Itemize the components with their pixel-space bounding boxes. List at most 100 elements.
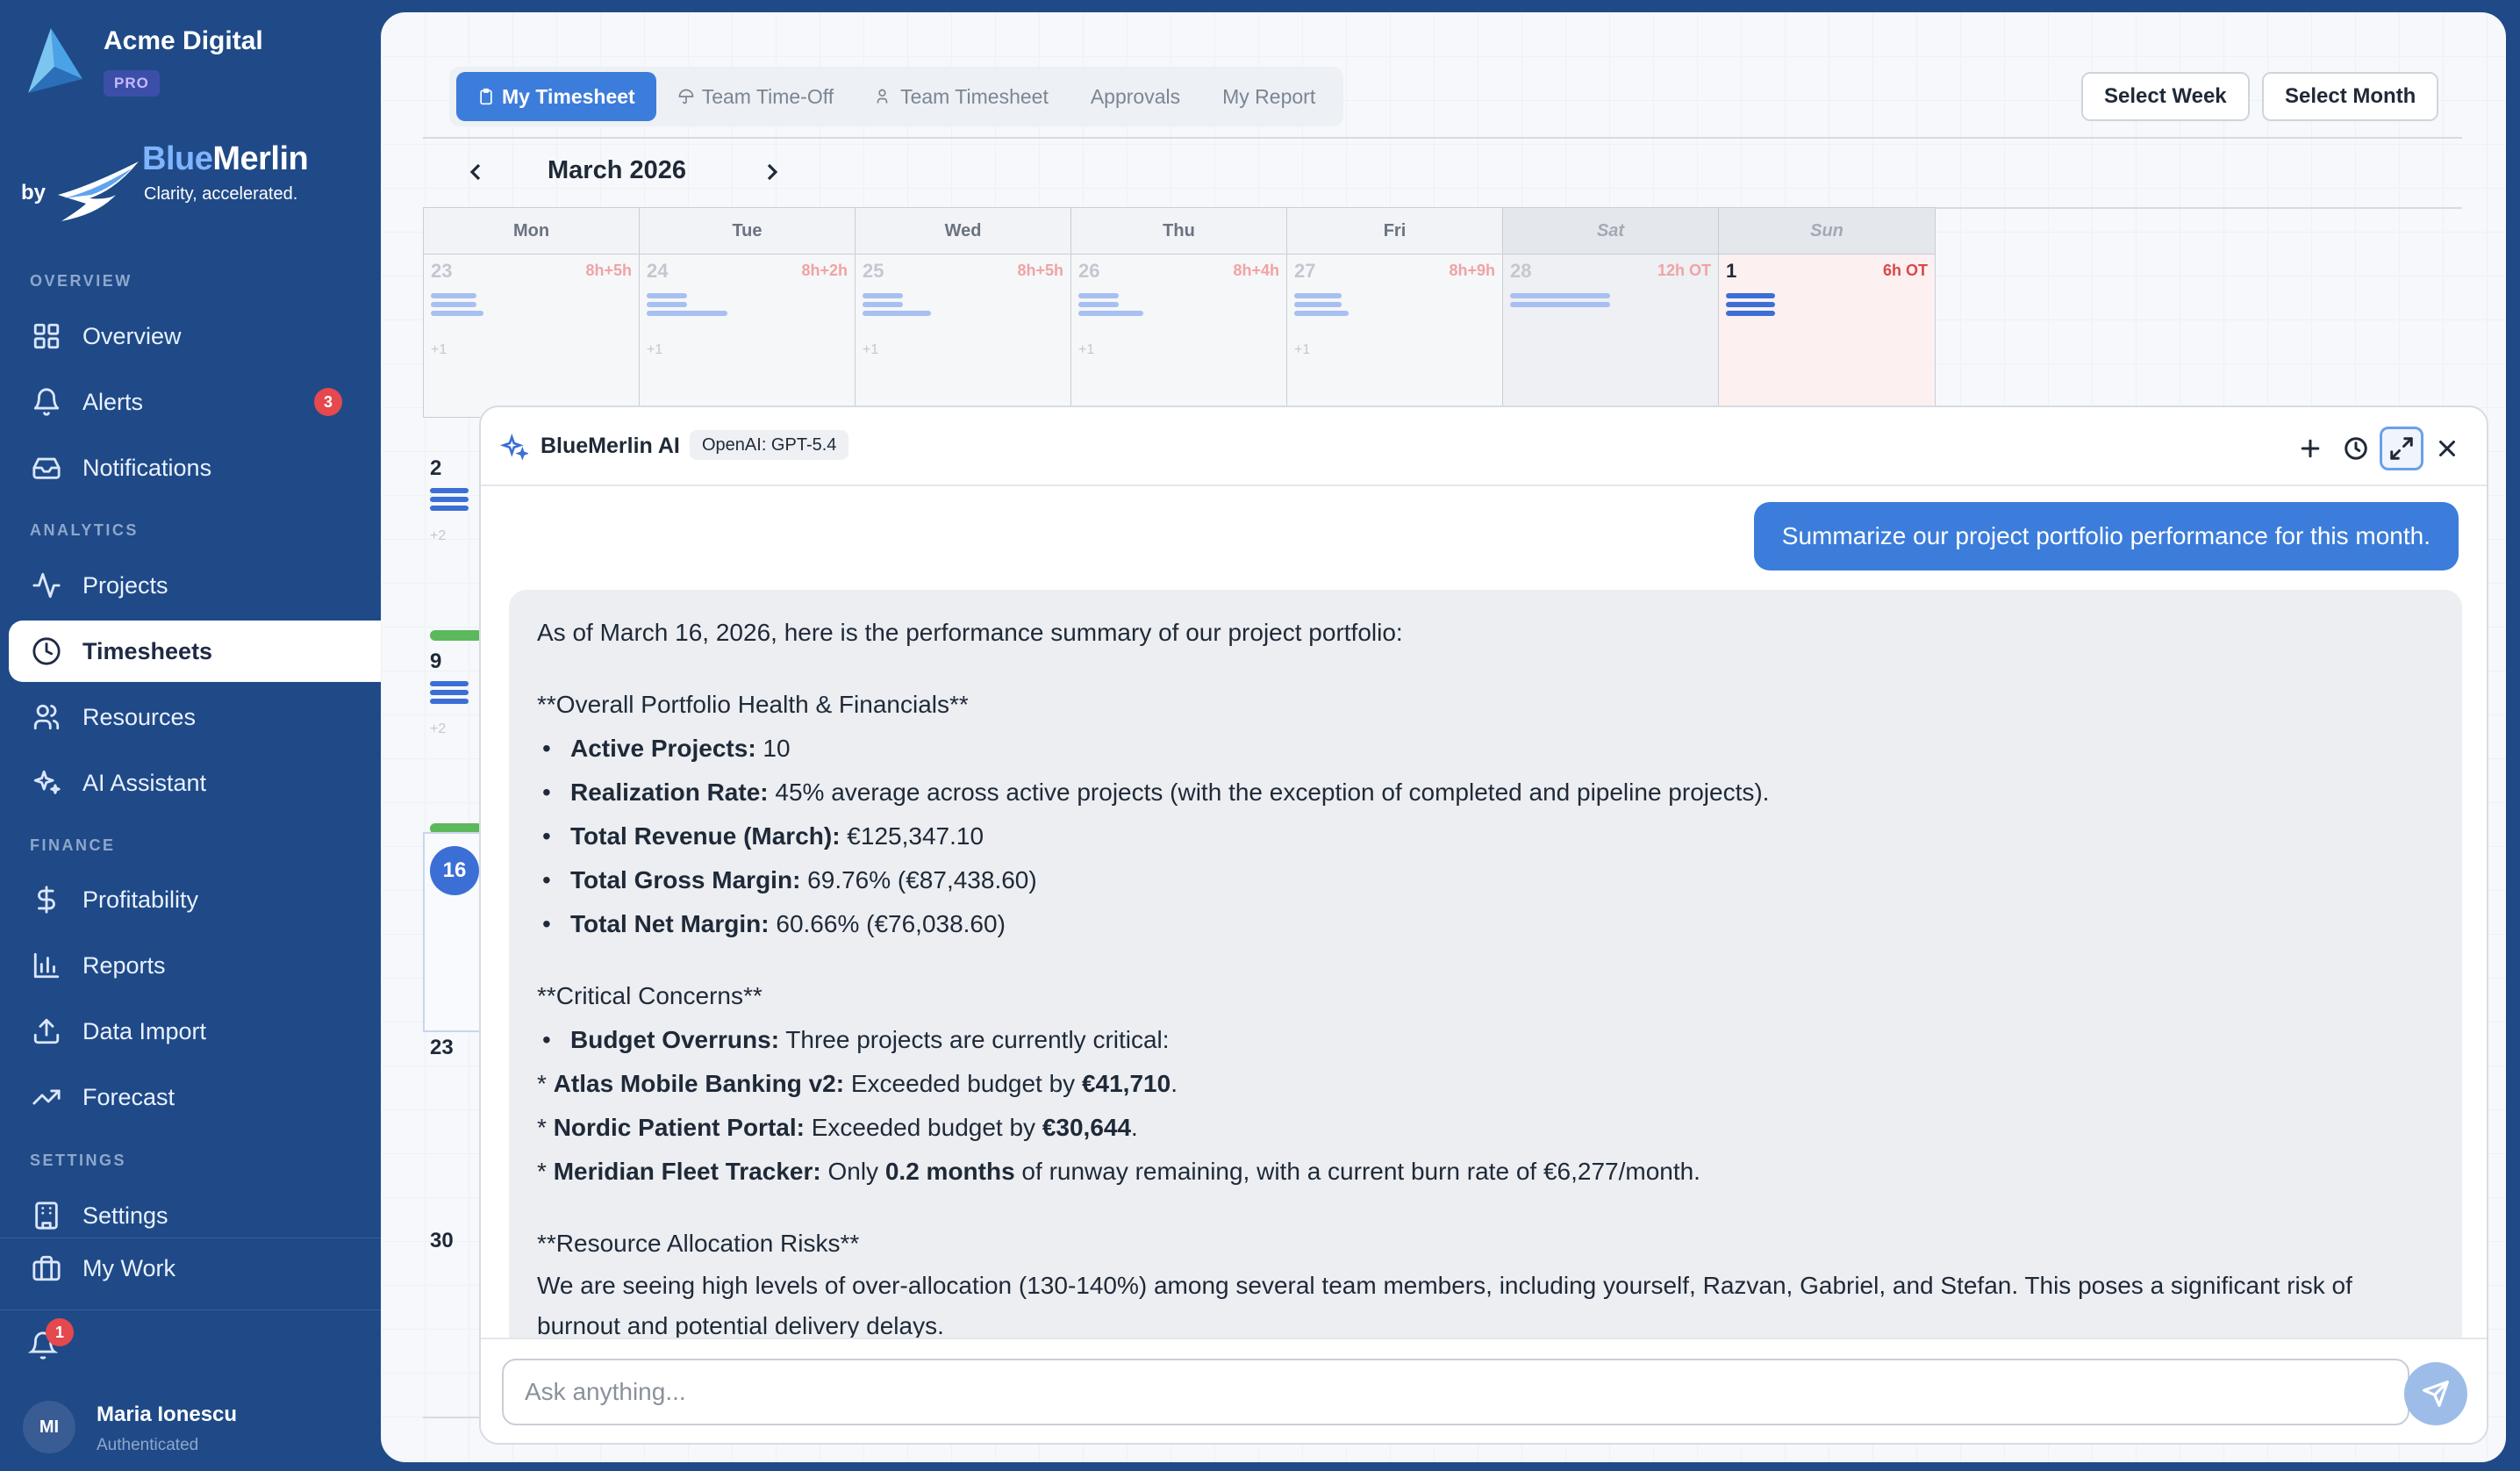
user-name: Maria Ionescu bbox=[97, 1403, 238, 1426]
acme-logo-icon bbox=[28, 28, 82, 93]
ai-panel-title: BlueMerlin AI bbox=[541, 434, 680, 458]
reply-bullet: Total Revenue (March): €125,347.10 bbox=[537, 814, 2434, 858]
week-day-number: 23 bbox=[430, 1036, 454, 1059]
history-button[interactable] bbox=[2334, 427, 2378, 470]
tab-approvals[interactable]: Approvals bbox=[1070, 72, 1201, 121]
calendar-day[interactable]: 24 8h+2h +1 bbox=[639, 255, 856, 418]
sidebar-item-alerts[interactable]: Alerts 3 bbox=[9, 371, 381, 433]
close-icon bbox=[2439, 441, 2455, 456]
sidebar-item-label: Forecast bbox=[82, 1083, 175, 1110]
tab-team-time-off[interactable]: Team Time-Off bbox=[656, 72, 855, 121]
partner-name: BlueMerlin bbox=[142, 140, 309, 177]
prev-month-button[interactable] bbox=[462, 154, 490, 197]
sidebar-item-overview[interactable]: Overview bbox=[9, 305, 381, 367]
partner-tagline: Clarity, accelerated. bbox=[144, 184, 298, 204]
sidebar-item-label: Timesheets bbox=[82, 637, 213, 664]
sidebar-item-data-import[interactable]: Data Import bbox=[9, 1001, 381, 1062]
calendar-day[interactable]: 28 12h OT bbox=[1502, 255, 1719, 418]
sidebar-item-resources[interactable]: Resources bbox=[9, 686, 381, 748]
assistant-message: As of March 16, 2026, here is the perfor… bbox=[509, 590, 2462, 1348]
calendar-day[interactable]: 27 8h+9h +1 bbox=[1286, 255, 1503, 418]
tab-my-report[interactable]: My Report bbox=[1201, 72, 1336, 121]
timesheet-tabs: My Timesheet Team Time-Off Team Timeshee… bbox=[449, 67, 1344, 126]
today-marker: 16 bbox=[430, 846, 479, 895]
select-month-button[interactable]: Select Month bbox=[2262, 72, 2439, 121]
chat-input-bar bbox=[481, 1338, 2487, 1443]
sidebar-item-notifications[interactable]: Notifications bbox=[9, 437, 381, 499]
dollar-icon bbox=[30, 883, 63, 916]
reply-heading: **Resource Allocation Risks** bbox=[537, 1230, 860, 1257]
chat-input[interactable] bbox=[502, 1359, 2409, 1425]
plus-icon bbox=[2301, 439, 2320, 458]
nav-section-overview: OVERVIEW bbox=[30, 272, 132, 290]
sidebar-item-forecast[interactable]: Forecast bbox=[9, 1066, 381, 1128]
calendar-day[interactable]: 25 8h+5h +1 bbox=[855, 255, 1071, 418]
inbox-icon bbox=[30, 451, 63, 484]
upload-icon bbox=[30, 1015, 63, 1048]
sidebar-item-label: Reports bbox=[82, 951, 166, 979]
current-month: March 2026 bbox=[548, 156, 686, 184]
calendar-day[interactable]: 26 8h+4h +1 bbox=[1070, 255, 1287, 418]
week-day-number: 30 bbox=[430, 1229, 454, 1252]
sidebar: Acme Digital PRO by BlueMerlin Clarity, … bbox=[0, 0, 381, 1471]
sidebar-item-label: Settings bbox=[82, 1202, 168, 1229]
ai-panel-header: BlueMerlin AI OpenAI: GPT-5.4 bbox=[481, 407, 2487, 486]
header-divider bbox=[423, 137, 2462, 139]
weekday-header: Mon bbox=[423, 207, 640, 255]
send-button[interactable] bbox=[2404, 1362, 2467, 1425]
sidebar-item-timesheets[interactable]: Timesheets bbox=[9, 621, 381, 682]
reply-line: * Meridian Fleet Tracker: Only 0.2 month… bbox=[537, 1158, 1700, 1185]
user-profile[interactable]: MI Maria Ionescu Authenticated bbox=[23, 1401, 237, 1454]
close-button[interactable] bbox=[2425, 427, 2469, 470]
weekday-header: Tue bbox=[639, 207, 856, 255]
week-day-number: 2 bbox=[430, 456, 442, 480]
reply-heading: **Critical Concerns** bbox=[537, 982, 762, 1009]
alerts-count-badge: 3 bbox=[314, 388, 342, 416]
sidebar-item-projects[interactable]: Projects bbox=[9, 555, 381, 616]
nav-section-analytics: ANALYTICS bbox=[30, 521, 139, 539]
calendar-day[interactable]: 23 8h+5h +1 bbox=[423, 255, 640, 418]
reply-bullet: Realization Rate: 45% average across act… bbox=[537, 771, 2434, 814]
chevron-right-icon bbox=[767, 163, 778, 181]
sidebar-item-label: Notifications bbox=[82, 454, 212, 481]
reply-bullet: Budget Overruns: Three projects are curr… bbox=[537, 1018, 2434, 1062]
sidebar-item-label: Overview bbox=[82, 322, 182, 349]
sidebar-item-label: Alerts bbox=[82, 388, 144, 415]
trending-up-icon bbox=[30, 1080, 63, 1114]
nav-section-settings: SETTINGS bbox=[30, 1152, 127, 1169]
chevron-left-icon bbox=[469, 163, 481, 181]
sidebar-item-ai-assistant[interactable]: AI Assistant bbox=[9, 752, 381, 814]
reply-heading: **Overall Portfolio Health & Financials*… bbox=[537, 691, 969, 718]
users-icon bbox=[877, 89, 888, 104]
weekday-header: Sun bbox=[1718, 207, 1936, 255]
clock-icon bbox=[30, 635, 63, 668]
plan-badge: PRO bbox=[104, 70, 160, 97]
sparkles-icon bbox=[499, 433, 530, 462]
reply-line: * Atlas Mobile Banking v2: Exceeded budg… bbox=[537, 1070, 1178, 1097]
tab-team-timesheet[interactable]: Team Timesheet bbox=[855, 72, 1070, 121]
select-week-button[interactable]: Select Week bbox=[2081, 72, 2250, 121]
weekday-header: Sat bbox=[1502, 207, 1719, 255]
next-month-button[interactable] bbox=[758, 154, 786, 197]
expand-button[interactable] bbox=[2380, 427, 2423, 470]
sidebar-item-reports[interactable]: Reports bbox=[9, 935, 381, 996]
maximize-icon bbox=[2390, 437, 2413, 460]
nav-section-finance: FINANCE bbox=[30, 836, 116, 854]
activity-icon bbox=[30, 569, 63, 602]
reply-paragraph: We are seeing high levels of over-alloca… bbox=[537, 1272, 2352, 1339]
tab-my-timesheet[interactable]: My Timesheet bbox=[456, 72, 656, 121]
sidebar-item-profitability[interactable]: Profitability bbox=[9, 869, 381, 930]
weekday-header: Fri bbox=[1286, 207, 1503, 255]
clipboard-icon bbox=[480, 88, 492, 105]
brand: Acme Digital PRO bbox=[25, 26, 263, 97]
partner-brand: by BlueMerlin Clarity, accelerated. bbox=[21, 140, 309, 226]
reply-line: * Nordic Patient Portal: Exceeded budget… bbox=[537, 1114, 1138, 1141]
calendar-day[interactable]: 1 6h OT bbox=[1718, 255, 1936, 418]
new-chat-button[interactable] bbox=[2288, 427, 2332, 470]
bar-chart-icon bbox=[30, 949, 63, 982]
grid-icon bbox=[30, 319, 63, 353]
user-status: Authenticated bbox=[97, 1436, 199, 1454]
sidebar-item-my-work[interactable]: My Work bbox=[9, 1238, 381, 1299]
bluemerlin-logo-icon bbox=[58, 161, 140, 221]
users-icon bbox=[30, 700, 63, 734]
